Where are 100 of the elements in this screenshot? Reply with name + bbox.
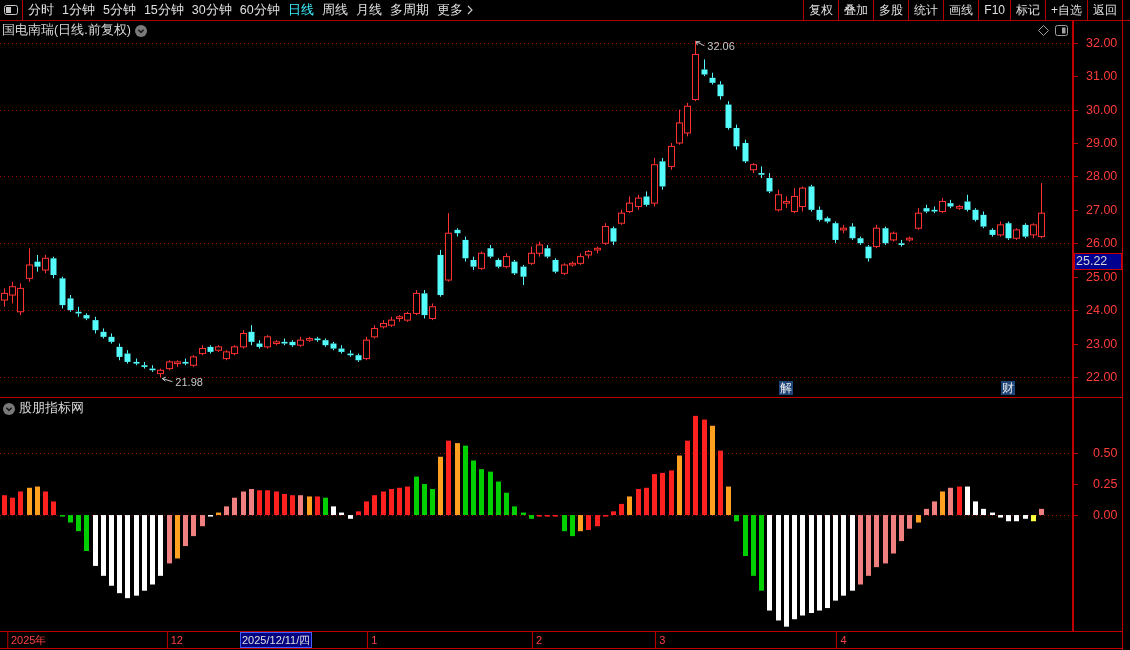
diamond-icon[interactable] <box>1038 25 1049 36</box>
axis-label: 27.00 <box>1086 201 1118 218</box>
indicator-bar <box>1006 515 1011 522</box>
indicator-bar <box>1023 515 1028 519</box>
indicator-bar <box>414 476 419 516</box>
indicator-bar <box>35 486 40 516</box>
indicator-bar <box>669 470 674 516</box>
indicator-bar <box>331 506 336 516</box>
indicator-bar <box>18 491 23 516</box>
indicator-bar <box>43 491 48 516</box>
rising-candle <box>190 354 197 368</box>
axis-label: 26.00 <box>1086 235 1118 252</box>
toolbar-button[interactable]: 返回 <box>1087 0 1122 20</box>
period-tab[interactable]: 5分钟 <box>98 0 140 20</box>
chevron-right-icon <box>466 5 473 15</box>
toolbar-button[interactable]: 复权 <box>803 0 839 20</box>
indicator-bar <box>529 515 534 519</box>
period-tab[interactable]: 60分钟 <box>235 0 284 20</box>
period-tab[interactable]: 多周期 <box>385 0 433 20</box>
indicator-bar <box>372 495 377 516</box>
indicator-bar <box>636 489 641 516</box>
indicator-bar <box>265 490 270 516</box>
indicator-bar <box>381 491 386 516</box>
indicator-bar <box>990 512 995 516</box>
period-tab[interactable]: 月线 <box>351 0 386 20</box>
indicator-bar <box>167 515 172 564</box>
sidebar-toggle-icon[interactable] <box>4 5 18 15</box>
indicator-bar <box>907 515 912 529</box>
indicator-title: 股朋指标网 <box>19 401 84 416</box>
period-tab[interactable]: 更多 <box>432 0 477 20</box>
indicator-bar <box>586 515 591 530</box>
rising-candle <box>42 254 49 274</box>
date-label: 4 <box>836 632 851 648</box>
indicator-bar <box>932 501 937 516</box>
indicator-bar <box>981 508 986 516</box>
axis-label: 28.00 <box>1086 168 1118 185</box>
period-tab[interactable]: 分时 <box>24 0 58 20</box>
indicator-bar <box>1014 515 1019 522</box>
cursor-price-label: 25.22 <box>1074 253 1122 271</box>
indicator-bar <box>578 515 583 532</box>
event-marker[interactable]: 财 <box>1001 381 1015 395</box>
indicator-bar <box>438 456 443 516</box>
indicator-bar <box>488 471 493 516</box>
indicator-bar <box>290 495 295 516</box>
indicator-bar <box>940 491 945 516</box>
falling-candle <box>947 199 954 209</box>
falling-candle <box>989 227 996 238</box>
period-tab[interactable]: 1分钟 <box>58 0 99 20</box>
indicator-bar <box>1039 508 1044 516</box>
rising-candle <box>840 224 847 234</box>
axis-label: 31.00 <box>1086 68 1118 85</box>
toolbar-button[interactable]: F10 <box>978 0 1010 20</box>
dropdown-icon[interactable] <box>3 402 15 415</box>
indicator-bar <box>866 515 871 576</box>
indicator-bar <box>389 489 394 516</box>
rising-candle <box>240 329 247 350</box>
indicator-bar <box>298 495 303 516</box>
axis-label: 25.00 <box>1086 268 1118 285</box>
indicator-bar <box>51 501 56 516</box>
toolbar-button[interactable]: 多股 <box>873 0 909 20</box>
indicator-bar <box>479 469 484 516</box>
toolbar-button[interactable]: 叠加 <box>838 0 874 20</box>
indicator-bar <box>76 515 81 532</box>
toolbar-button[interactable]: +自选 <box>1045 0 1087 20</box>
chart-title: 国电南瑞(日线.前复权) <box>2 23 131 38</box>
rising-candle <box>297 336 304 348</box>
event-marker[interactable]: 解 <box>779 381 793 395</box>
period-tab[interactable]: 30分钟 <box>187 0 236 20</box>
falling-candle <box>898 239 905 248</box>
indicator-bar <box>463 445 468 516</box>
toolbar-button[interactable]: 标记 <box>1010 0 1045 20</box>
period-tab[interactable]: 周线 <box>317 0 352 20</box>
rising-candle <box>1013 227 1020 241</box>
period-tab[interactable]: 日线 <box>283 0 318 20</box>
indicator-bar <box>562 515 567 532</box>
cursor-date-label: 2025/12/11/四 <box>240 632 313 648</box>
indicator-bar <box>200 515 205 527</box>
panel-toggle-icon[interactable] <box>1055 25 1068 36</box>
indicator-bar <box>751 515 756 576</box>
falling-candle <box>207 344 214 355</box>
rising-candle <box>651 157 658 207</box>
indicator-bar <box>249 489 254 516</box>
rising-candle <box>306 336 313 343</box>
annotation: 32.06 <box>707 39 735 52</box>
indicator-bar <box>660 472 665 516</box>
axis-label: 30.00 <box>1086 101 1118 118</box>
indicator-bar <box>874 515 879 568</box>
indicator-bar <box>397 487 402 516</box>
toolbar-button[interactable]: 画线 <box>943 0 979 20</box>
falling-candle <box>511 259 518 276</box>
period-tab[interactable]: 15分钟 <box>139 0 188 20</box>
indicator-bar <box>891 515 896 554</box>
indicator-bar <box>93 515 98 566</box>
toolbar-button[interactable]: 统计 <box>908 0 944 20</box>
rising-candle <box>906 236 913 243</box>
dropdown-icon[interactable] <box>134 24 147 37</box>
indicator-bar <box>282 494 287 516</box>
rising-candle <box>503 252 510 269</box>
indicator-bar <box>545 515 550 517</box>
indicator-bar <box>430 489 435 516</box>
